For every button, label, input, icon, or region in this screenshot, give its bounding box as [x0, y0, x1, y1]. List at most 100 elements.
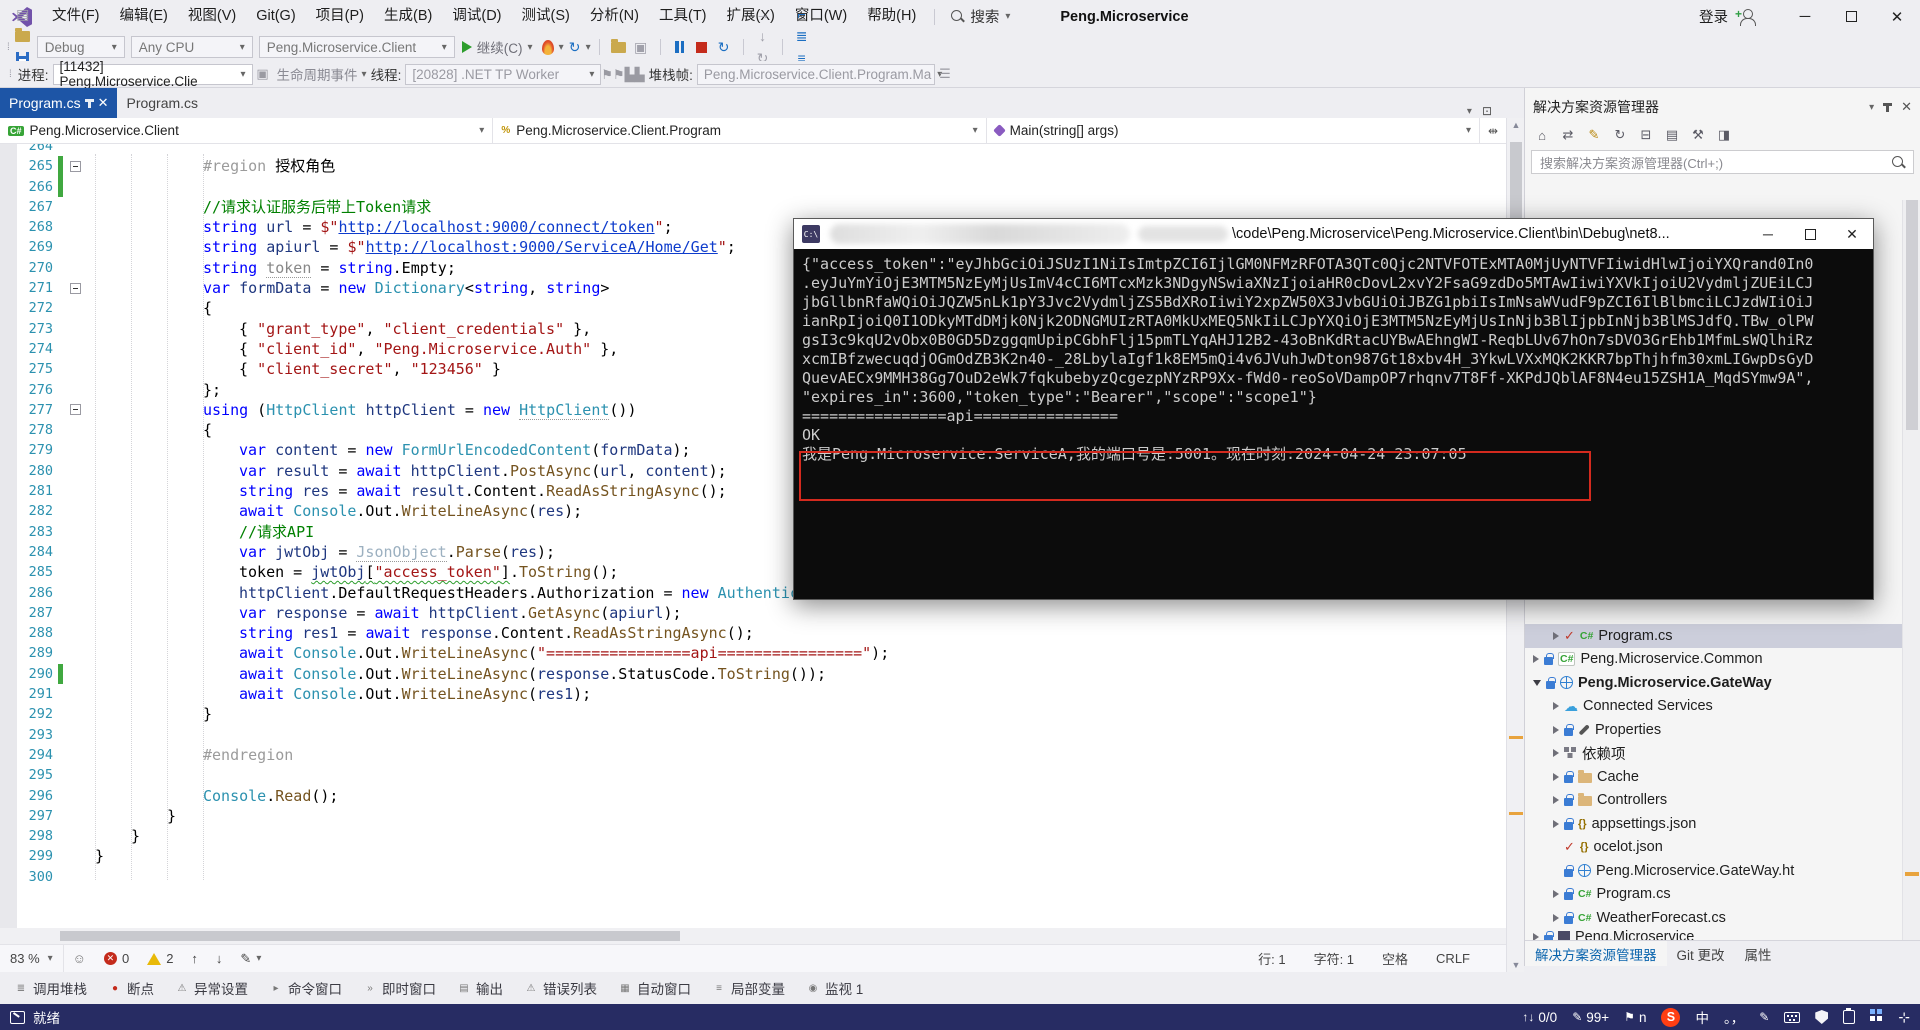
sync-status[interactable]: ↑↓ 0/0: [1522, 1010, 1557, 1025]
clipboard-icon[interactable]: [1843, 1008, 1856, 1024]
perf-chart-icon[interactable]: ▙: [625, 67, 635, 82]
code-cleanup-button[interactable]: ✎ ▾: [231, 945, 270, 972]
pause-icon[interactable]: [669, 36, 691, 58]
code-line[interactable]: 265 #region 授权角色: [0, 156, 1506, 177]
navbar-project-dropdown[interactable]: C# Peng.Microservice.Client ▾: [0, 118, 494, 143]
menu-item[interactable]: 调试(D): [442, 0, 511, 33]
panel-options-icon[interactable]: ▾: [1869, 102, 1874, 113]
tree-item[interactable]: {} appsettings.json: [1525, 812, 1902, 836]
menu-item[interactable]: 文件(F): [42, 0, 110, 33]
startup-project-dropdown[interactable]: Peng.Microservice.Client ▾: [258, 36, 455, 58]
process-dropdown[interactable]: [11432] Peng.Microservice.Clie ▾: [52, 59, 253, 89]
tree-expander-icon[interactable]: [1553, 725, 1559, 734]
hot-reload-icon[interactable]: [537, 36, 559, 58]
restart-debug-icon[interactable]: ↻: [713, 36, 735, 58]
code-line[interactable]: 266: [0, 176, 1506, 197]
code-line[interactable]: 290 await Console.Out.WriteLineAsync(resp…: [0, 663, 1506, 685]
refresh-icon[interactable]: ↻: [1609, 125, 1631, 145]
stop-icon[interactable]: [691, 36, 713, 58]
accessibility-icon[interactable]: ☺: [64, 945, 95, 972]
tool-window-tab[interactable]: 解决方案资源管理器: [1525, 941, 1667, 966]
code-line[interactable]: 267 //请求认证服务后带上Token请求: [0, 197, 1506, 217]
lifecycle-events-button[interactable]: 生命周期事件: [277, 64, 358, 84]
mem-chart-icon[interactable]: ▙: [635, 67, 645, 82]
preview-selected-icon[interactable]: ◨: [1713, 125, 1735, 145]
fullscreen-icon[interactable]: ⊹: [1898, 1009, 1910, 1026]
tree-expander-icon[interactable]: [1553, 913, 1559, 922]
navbar-member-dropdown[interactable]: Main(string[] args) ▾: [987, 118, 1480, 143]
step-into-icon[interactable]: ↓: [752, 25, 774, 47]
continue-button[interactable]: 继续(C) ▾: [461, 37, 533, 57]
panel-tab[interactable]: ≣ 调用堆栈: [4, 972, 98, 1004]
open-folder-icon[interactable]: [12, 25, 34, 47]
tree-item[interactable]: Controllers: [1525, 789, 1902, 813]
close-button[interactable]: ✕: [1874, 0, 1920, 33]
close-icon[interactable]: ✕: [98, 95, 109, 111]
tree-item[interactable]: 依赖项: [1525, 742, 1902, 766]
maximize-button[interactable]: [1828, 0, 1874, 33]
float-dock-icon[interactable]: ⊡: [1482, 104, 1492, 118]
error-count[interactable]: ✕ 0: [95, 945, 138, 972]
menu-item[interactable]: 编辑(E): [110, 0, 178, 33]
show-next-statement-icon[interactable]: →: [752, 3, 774, 25]
panel-tab[interactable]: ● 断点: [98, 972, 165, 1004]
account-person-icon[interactable]: +: [1735, 7, 1756, 27]
panel-tab[interactable]: ⚠ 错误列表: [514, 972, 608, 1004]
code-line[interactable]: 292}: [0, 704, 1506, 724]
shield-icon[interactable]: [1815, 1010, 1829, 1024]
window-layout-icon[interactable]: ▣: [630, 36, 652, 58]
tree-expander-icon[interactable]: [1553, 819, 1559, 828]
tree-vertical-scrollbar[interactable]: [1902, 200, 1920, 940]
tree-item[interactable]: C# Program.cs: [1525, 883, 1902, 907]
stackframe-dropdown[interactable]: Peng.Microservice.Client.Program.Ma ▾: [696, 63, 942, 85]
code-line[interactable]: 264: [0, 144, 1506, 156]
code-line[interactable]: 296 Console.Read();: [0, 786, 1506, 806]
collapse-all-icon[interactable]: ⊟: [1635, 125, 1657, 145]
panel-tab[interactable]: ◉ 监视 1: [796, 972, 874, 1004]
console-minimize-button[interactable]: ─: [1747, 219, 1789, 249]
lifecycle-events-icon[interactable]: ▣: [253, 66, 273, 82]
code-line[interactable]: 294 #endregion: [0, 745, 1506, 765]
minimize-button[interactable]: ─: [1782, 0, 1828, 33]
tree-expander-icon[interactable]: [1553, 702, 1559, 711]
ime-punctuation-toggle[interactable]: 。，: [1724, 1007, 1744, 1027]
sogou-ime-icon[interactable]: S: [1661, 1007, 1681, 1027]
code-line[interactable]: 291 await Console.Out.WriteLineAsync(res1…: [0, 684, 1506, 704]
ime-keyboard-icon[interactable]: [1784, 1011, 1801, 1023]
tree-expander-icon[interactable]: [1553, 796, 1559, 805]
panel-tab[interactable]: ≡ 局部变量: [702, 972, 796, 1004]
process-picker-icon[interactable]: [608, 36, 630, 58]
tool-window-tab[interactable]: 属性: [1735, 941, 1782, 966]
menu-item[interactable]: Git(G): [246, 0, 305, 33]
scrollbar-thumb[interactable]: [60, 931, 680, 941]
code-line[interactable]: 289 await Console.Out.WriteLineAsync("===…: [0, 643, 1506, 663]
pin-icon[interactable]: [84, 98, 94, 108]
menu-item[interactable]: 分析(N): [580, 0, 649, 33]
panel-tab[interactable]: ▤ 输出: [447, 972, 514, 1004]
notifications[interactable]: ⚑ n: [1624, 1010, 1646, 1025]
home-icon[interactable]: ⌂: [1531, 125, 1553, 145]
close-icon[interactable]: ✕: [1901, 99, 1912, 115]
code-line[interactable]: 297}: [0, 806, 1506, 826]
tree-expander-icon[interactable]: [1533, 932, 1539, 940]
properties-icon[interactable]: ⚒: [1687, 125, 1709, 145]
prev-issue-button[interactable]: ↑: [182, 945, 207, 972]
document-tab[interactable]: Program.cs ✕: [0, 88, 118, 118]
background-tasks-icon[interactable]: [10, 1010, 25, 1024]
menu-item[interactable]: 生成(B): [374, 0, 442, 33]
menu-item[interactable]: 帮助(H): [857, 0, 926, 33]
tree-item[interactable]: C# WeatherForecast.cs: [1525, 906, 1902, 930]
wrap-icon[interactable]: ≣: [791, 25, 813, 47]
console-maximize-button[interactable]: [1789, 219, 1831, 249]
new-project-icon[interactable]: ▤: [12, 3, 34, 25]
ime-language-toggle[interactable]: 中: [1695, 1007, 1709, 1027]
menu-item[interactable]: 项目(P): [306, 0, 374, 33]
column-indicator[interactable]: 字符: 1: [1302, 949, 1366, 968]
show-all-files-icon[interactable]: ▤: [1661, 125, 1683, 145]
toolbar-grip[interactable]: ⁞: [7, 42, 10, 53]
tree-expander-icon[interactable]: [1553, 631, 1559, 640]
tree-expander-icon[interactable]: [1533, 679, 1541, 686]
zoom-dropdown[interactable]: 83 % ▾: [0, 945, 64, 972]
console-close-button[interactable]: ✕: [1831, 219, 1873, 249]
document-tab[interactable]: Program.cs: [117, 88, 207, 118]
